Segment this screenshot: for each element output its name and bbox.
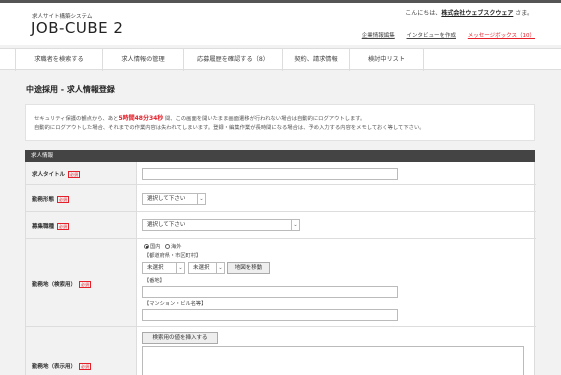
required-badge: 必須 (57, 196, 70, 203)
notice-text-b: 間、この画面を開いたまま画面遷移が行われない場合は自動的にログアウトします。 (163, 116, 366, 122)
radio-domestic-label: 国内 (150, 244, 161, 250)
label-location-search: 勤務地（検索用） 必須 (26, 239, 137, 326)
nav-item-search-jobseekers[interactable]: 求職者を検索する (15, 49, 102, 71)
label-job-title: 求人タイトル 必須 (26, 162, 137, 184)
label-text: 勤務地（表示用） (32, 364, 77, 370)
city-select[interactable]: 未選択 ⌄ (188, 262, 225, 274)
header: 求人サイト構築システム JOB-CUBE 2 こんにちは、株式会社ウェブスクウェ… (0, 0, 561, 45)
radio-domestic[interactable] (144, 244, 149, 249)
chevron-down-icon: ⌄ (197, 194, 205, 204)
job-type-select[interactable]: 選択して下さい ⌄ (142, 219, 300, 231)
required-badge: 必須 (57, 223, 70, 230)
row-employment-type: 勤務形態 必須 選択して下さい ⌄ (26, 185, 536, 212)
header-links: 企業情報編集 インタビューを作成 メッセージボックス（10） (352, 31, 535, 39)
nav-item-consider-list[interactable]: 検討中リスト (349, 49, 424, 71)
job-form: 求人タイトル 必須 勤務形態 必須 選択して下さい ⌄ 募集職種 必須 選択して下さい ⌄… (25, 162, 536, 375)
move-map-button[interactable]: 地図を移動 (227, 262, 270, 274)
location-display-textarea[interactable] (142, 346, 524, 375)
session-notice: セキュリティ保護の観点から、あと5時間48分34秒 間、この画面を開いたまま画面… (25, 104, 535, 141)
chevron-down-icon: ⌄ (291, 220, 299, 230)
prefecture-select[interactable]: 未選択 ⌄ (142, 262, 185, 274)
required-badge: 必須 (79, 281, 92, 288)
notice-line-1: セキュリティ保護の観点から、あと5時間48分34秒 間、この画面を開いたまま画面… (34, 114, 526, 124)
label-text: 求人タイトル (32, 172, 66, 178)
select-value: 選択して下さい (147, 196, 186, 202)
select-value: 未選択 (193, 265, 210, 271)
main-nav: 求職者を検索する 求人情報の管理 応募履歴を確認する（8） 契約、請求情報 検討… (0, 48, 561, 71)
section-header: 求人情報 (25, 150, 535, 162)
greeting: こんにちは、株式会社ウェブスクウェア さま。 (405, 8, 533, 17)
row-location-search: 勤務地（検索用） 必須 国内 海外 【都道府県・市区町村】 未選択 ⌄ 未選択 ⌄ 地… (26, 239, 536, 327)
building-input[interactable] (142, 309, 398, 321)
building-label: 【マンション・ビル名等】 (144, 301, 207, 307)
row-job-type: 募集職種 必須 選択して下さい ⌄ (26, 212, 536, 239)
greeting-prefix: こんにちは、 (405, 10, 442, 17)
row-location-display: 勤務地（表示用） 必須 検索用の値を挿入する (26, 327, 536, 375)
nav-item-job-management[interactable]: 求人情報の管理 (102, 49, 183, 71)
job-title-input[interactable] (142, 168, 398, 180)
top-bar (0, 0, 561, 3)
pref-city-label: 【都道府県・市区町村】 (144, 253, 202, 259)
greeting-suffix: さま。 (513, 10, 533, 17)
chevron-down-icon: ⌄ (176, 263, 184, 273)
insert-search-value-button[interactable]: 検索用の値を挿入する (142, 332, 218, 344)
nav-item-application-history[interactable]: 応募履歴を確認する（8） (183, 49, 282, 71)
region-radio-group: 国内 海外 (144, 243, 181, 250)
required-badge: 必須 (68, 171, 81, 178)
notice-line-2: 自動的にログアウトした場合、それまでの作業内容は失われてしまいます。登録・編集作… (34, 125, 425, 131)
select-value: 未選択 (147, 265, 164, 271)
notice-text-a: セキュリティ保護の観点から、あと (34, 116, 119, 122)
label-text: 勤務地（検索用） (32, 282, 77, 288)
label-text: 勤務形態 (32, 197, 55, 203)
label-employment-type: 勤務形態 必須 (26, 185, 137, 211)
address-input[interactable] (142, 286, 398, 298)
required-badge: 必須 (79, 363, 92, 370)
company-link[interactable]: 株式会社ウェブスクウェア (441, 10, 513, 17)
label-job-type: 募集職種 必須 (26, 212, 137, 238)
address-label: 【番地】 (144, 278, 165, 284)
label-text: 募集職種 (32, 224, 55, 230)
page-title: 中途採用 - 求人情報登録 (26, 85, 115, 94)
countdown-timer: 5時間48分34秒 (118, 115, 164, 122)
create-interview-link[interactable]: インタビューを作成 (407, 33, 457, 39)
logo[interactable]: JOB-CUBE 2 (31, 19, 123, 37)
radio-overseas-label: 海外 (171, 244, 182, 250)
employment-type-select[interactable]: 選択して下さい ⌄ (142, 193, 206, 205)
radio-overseas[interactable] (165, 244, 171, 249)
label-location-display: 勤務地（表示用） 必須 (26, 327, 137, 375)
edit-company-link[interactable]: 企業情報編集 (362, 33, 395, 39)
row-job-title: 求人タイトル 必須 (26, 162, 536, 185)
nav-item-contract-billing[interactable]: 契約、請求情報 (282, 49, 349, 71)
chevron-down-icon: ⌄ (216, 263, 224, 273)
message-box-link[interactable]: メッセージボックス（10） (468, 33, 535, 39)
select-value: 選択して下さい (147, 222, 186, 228)
